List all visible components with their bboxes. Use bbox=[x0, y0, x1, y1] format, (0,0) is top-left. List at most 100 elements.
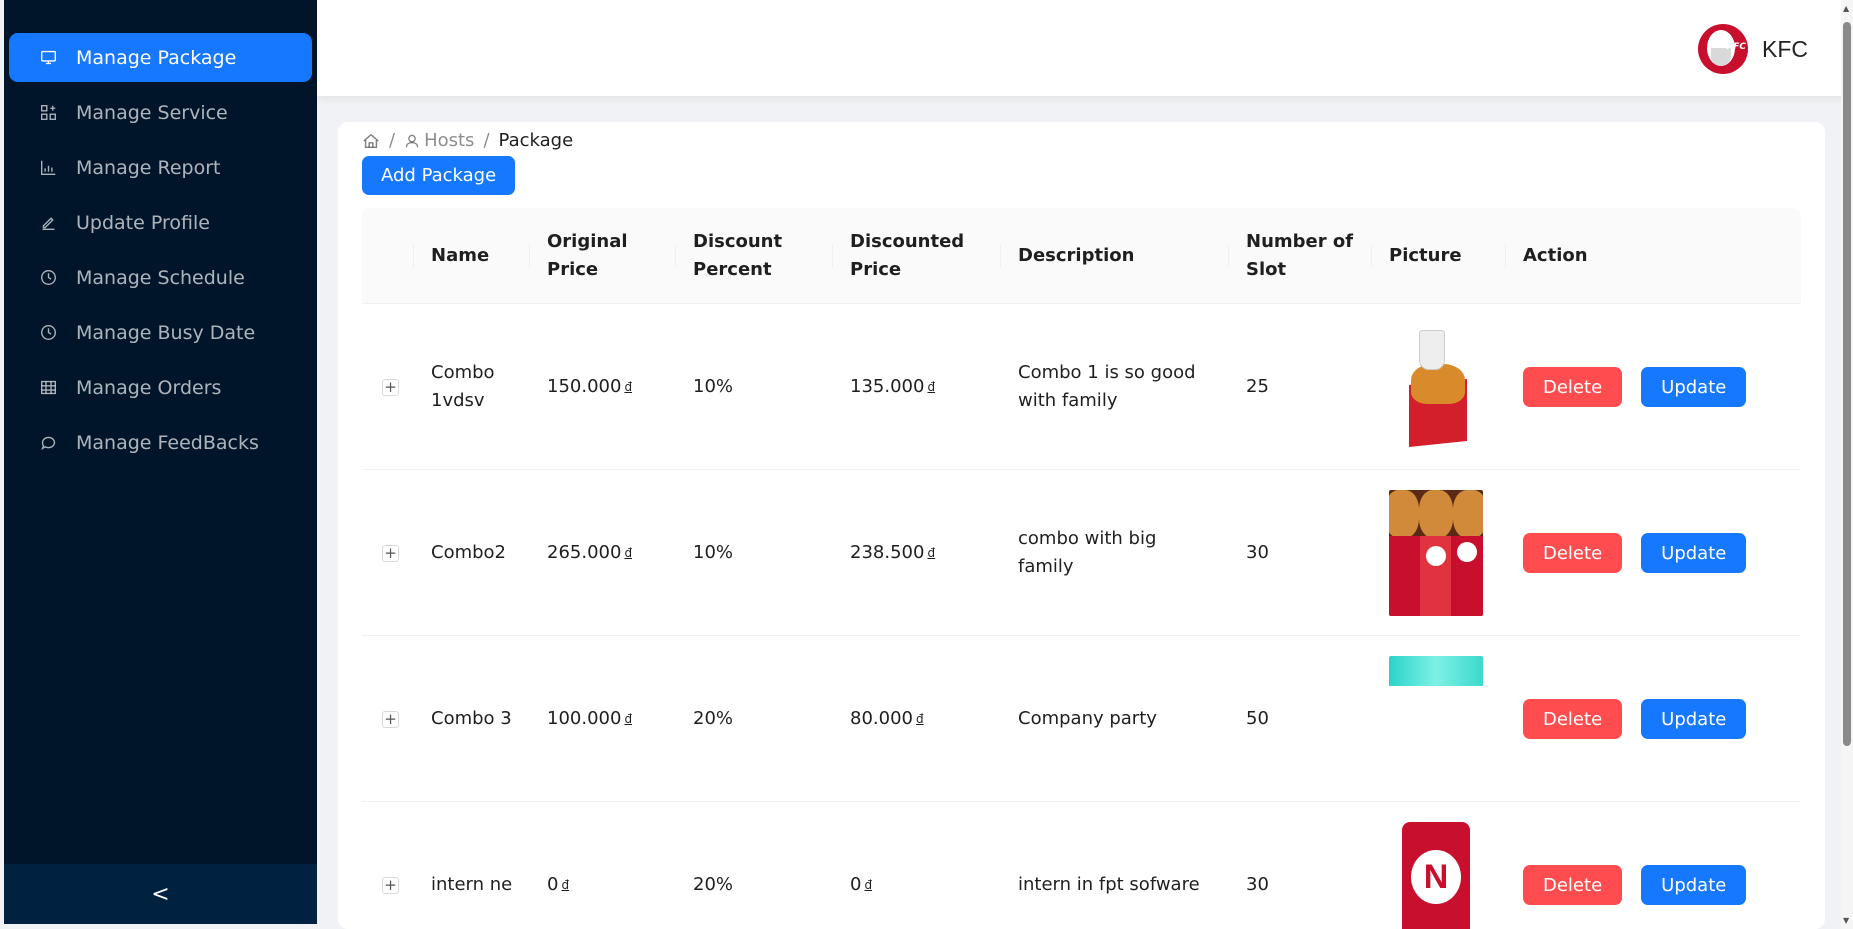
user-icon bbox=[404, 132, 420, 150]
discount-percent-cell: 20% bbox=[693, 874, 734, 895]
delete-button[interactable]: Delete bbox=[1523, 865, 1623, 905]
clock-icon bbox=[38, 268, 58, 288]
package-picture: N bbox=[1389, 822, 1483, 929]
discount-percent-cell: 20% bbox=[693, 708, 734, 729]
update-button[interactable]: Update bbox=[1641, 533, 1747, 573]
column-header-action: Action bbox=[1523, 245, 1588, 266]
breadcrumb-item-package: Package bbox=[498, 130, 574, 151]
action-cell: Delete Update bbox=[1523, 304, 1747, 470]
sidebar-item-manage-orders[interactable]: Manage Orders bbox=[9, 363, 312, 412]
package-picture bbox=[1389, 656, 1483, 782]
home-icon[interactable] bbox=[362, 132, 380, 150]
column-header-discount-percent: Discount Percent bbox=[676, 208, 833, 304]
picture-cell: N bbox=[1389, 802, 1483, 929]
table-row: + Combo2 265.000 đ 10% 238.500 đ combo wit… bbox=[362, 470, 1801, 636]
name-cell: intern ne bbox=[431, 874, 513, 895]
name-cell: Combo2 bbox=[431, 542, 507, 563]
row-expand-cell: + bbox=[382, 470, 399, 636]
table-row: + Combo 1vdsv 150.000 đ 10% 135.000 đ Comb… bbox=[362, 304, 1801, 470]
name-cell: Combo 3 bbox=[431, 708, 512, 729]
sidebar-item-manage-feedbacks[interactable]: Manage FeedBacks bbox=[9, 418, 312, 467]
avatar-logo-text: KFC bbox=[1726, 42, 1746, 52]
original-price-cell: 150.000 đ bbox=[547, 376, 633, 397]
delete-button[interactable]: Delete bbox=[1523, 367, 1623, 407]
sidebar-item-label: Manage Service bbox=[76, 101, 228, 124]
scroll-down-icon[interactable]: ▼ bbox=[1843, 916, 1849, 925]
user-name: KFC bbox=[1762, 35, 1808, 62]
app-root: Manage Package Manage Service Manage Rep… bbox=[0, 0, 1853, 929]
number-of-slot-cell: 50 bbox=[1246, 708, 1269, 729]
column-header-name: Name bbox=[414, 208, 530, 304]
sidebar-item-label: Manage FeedBacks bbox=[76, 431, 259, 454]
table-row: + intern ne 0đ 20% 0đ intern in fpt sofw… bbox=[362, 802, 1801, 929]
number-of-slot-cell: 30 bbox=[1246, 874, 1269, 895]
sidebar-item-manage-schedule[interactable]: Manage Schedule bbox=[9, 253, 312, 302]
breadcrumb-item-hosts[interactable]: Hosts bbox=[424, 130, 474, 151]
original-price-cell: 0đ bbox=[547, 874, 570, 895]
original-price-cell: 100.000 đ bbox=[547, 708, 633, 729]
avatar[interactable]: KFC bbox=[1698, 24, 1748, 74]
expand-row-icon[interactable]: + bbox=[382, 378, 399, 396]
scroll-up-icon[interactable]: ▲ bbox=[1843, 4, 1849, 13]
update-button[interactable]: Update bbox=[1641, 699, 1747, 739]
expand-row-icon[interactable]: + bbox=[382, 876, 399, 894]
number-of-slot-cell: 25 bbox=[1246, 376, 1269, 397]
sidebar-collapse-button[interactable]: < bbox=[4, 864, 317, 924]
sidebar-item-manage-busy-date[interactable]: Manage Busy Date bbox=[9, 308, 312, 357]
update-button[interactable]: Update bbox=[1641, 367, 1747, 407]
user-menu[interactable]: KFC KFC bbox=[1698, 24, 1808, 74]
discounted-price-cell: 135.000 đ bbox=[850, 376, 936, 397]
sidebar-menu: Manage Package Manage Service Manage Rep… bbox=[4, 0, 317, 467]
column-header-discounted-price: Discounted Price bbox=[833, 208, 1001, 304]
row-expand-cell: + bbox=[382, 636, 399, 802]
picture-cell bbox=[1389, 470, 1483, 636]
sidebar-item-manage-report[interactable]: Manage Report bbox=[9, 143, 312, 192]
discounted-price-cell: 238.500 đ bbox=[850, 542, 936, 563]
sidebar-item-label: Update Profile bbox=[76, 211, 210, 234]
package-picture bbox=[1389, 324, 1483, 450]
appstore-add-icon bbox=[38, 103, 58, 123]
discounted-price-cell: 80.000 đ bbox=[850, 708, 924, 729]
name-cell: Combo 1vdsv bbox=[431, 362, 495, 411]
scrollbar-thumb[interactable] bbox=[1843, 22, 1851, 746]
chevron-left-icon: < bbox=[151, 881, 170, 907]
package-picture bbox=[1389, 490, 1483, 616]
sidebar-item-label: Manage Package bbox=[76, 46, 237, 69]
description-cell: intern in fpt sofware bbox=[1018, 874, 1200, 895]
desktop-icon bbox=[38, 48, 58, 68]
column-header-original-price: Original Price bbox=[530, 208, 676, 304]
vertical-scrollbar[interactable]: ▲ ▼ bbox=[1841, 0, 1853, 929]
sidebar: Manage Package Manage Service Manage Rep… bbox=[4, 0, 317, 924]
sidebar-item-manage-package[interactable]: Manage Package bbox=[9, 33, 312, 82]
comment-icon bbox=[38, 433, 58, 453]
add-package-button[interactable]: Add Package bbox=[362, 156, 516, 195]
package-table: Name Original Price Discount Percent Dis… bbox=[362, 208, 1801, 929]
number-of-slot-cell: 30 bbox=[1246, 542, 1269, 563]
column-header-picture: Picture bbox=[1372, 208, 1506, 304]
picture-cell bbox=[1389, 304, 1483, 470]
sidebar-item-update-profile[interactable]: Update Profile bbox=[9, 198, 312, 247]
discounted-price-cell: 0đ bbox=[850, 874, 873, 895]
sidebar-item-label: Manage Orders bbox=[76, 376, 222, 399]
breadcrumb: / Hosts / Package bbox=[362, 130, 573, 151]
discount-percent-cell: 10% bbox=[693, 542, 734, 563]
column-header-expand bbox=[362, 208, 414, 304]
expand-row-icon[interactable]: + bbox=[382, 544, 399, 562]
delete-button[interactable]: Delete bbox=[1523, 533, 1623, 573]
description-cell: Combo 1 is so good with family bbox=[1018, 362, 1196, 411]
edit-icon bbox=[38, 213, 58, 233]
column-header-description: Description bbox=[1001, 208, 1229, 304]
table-row: + Combo 3 100.000 đ 20% 80.000 đ Company p… bbox=[362, 636, 1801, 802]
update-button[interactable]: Update bbox=[1641, 865, 1747, 905]
main-content: / Hosts / Package Add Package Name Origi… bbox=[338, 122, 1825, 929]
sidebar-item-manage-service[interactable]: Manage Service bbox=[9, 88, 312, 137]
column-header-number-of-slot: Number of Slot bbox=[1229, 208, 1372, 304]
breadcrumb-separator: / bbox=[483, 130, 490, 151]
breadcrumb-separator: / bbox=[389, 130, 396, 151]
delete-button[interactable]: Delete bbox=[1523, 699, 1623, 739]
discount-percent-cell: 10% bbox=[693, 376, 734, 397]
sidebar-item-label: Manage Busy Date bbox=[76, 321, 256, 344]
sidebar-item-label: Manage Schedule bbox=[76, 266, 245, 289]
bar-chart-icon bbox=[38, 158, 58, 178]
expand-row-icon[interactable]: + bbox=[382, 710, 399, 728]
